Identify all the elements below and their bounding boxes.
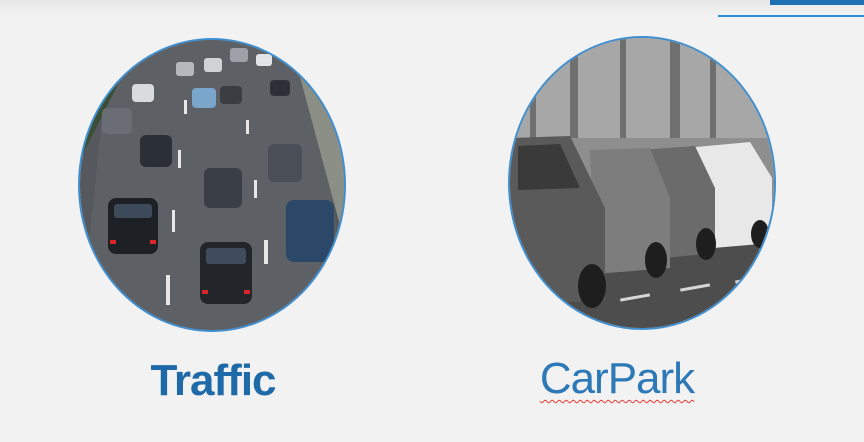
top-bar [0, 0, 864, 14]
parked-cars-photo [510, 38, 774, 328]
top-accent-tab [770, 0, 864, 5]
carpark-label-text: CarPark [539, 354, 695, 403]
traffic-image[interactable] [78, 38, 346, 332]
top-accent-line [718, 15, 864, 17]
highway-traffic-photo [80, 40, 344, 330]
traffic-label[interactable]: Traffic [63, 356, 363, 406]
carpark-image[interactable] [508, 36, 776, 330]
carpark-label[interactable]: CarPark [467, 354, 767, 404]
traffic-label-text: Traffic [150, 356, 276, 405]
